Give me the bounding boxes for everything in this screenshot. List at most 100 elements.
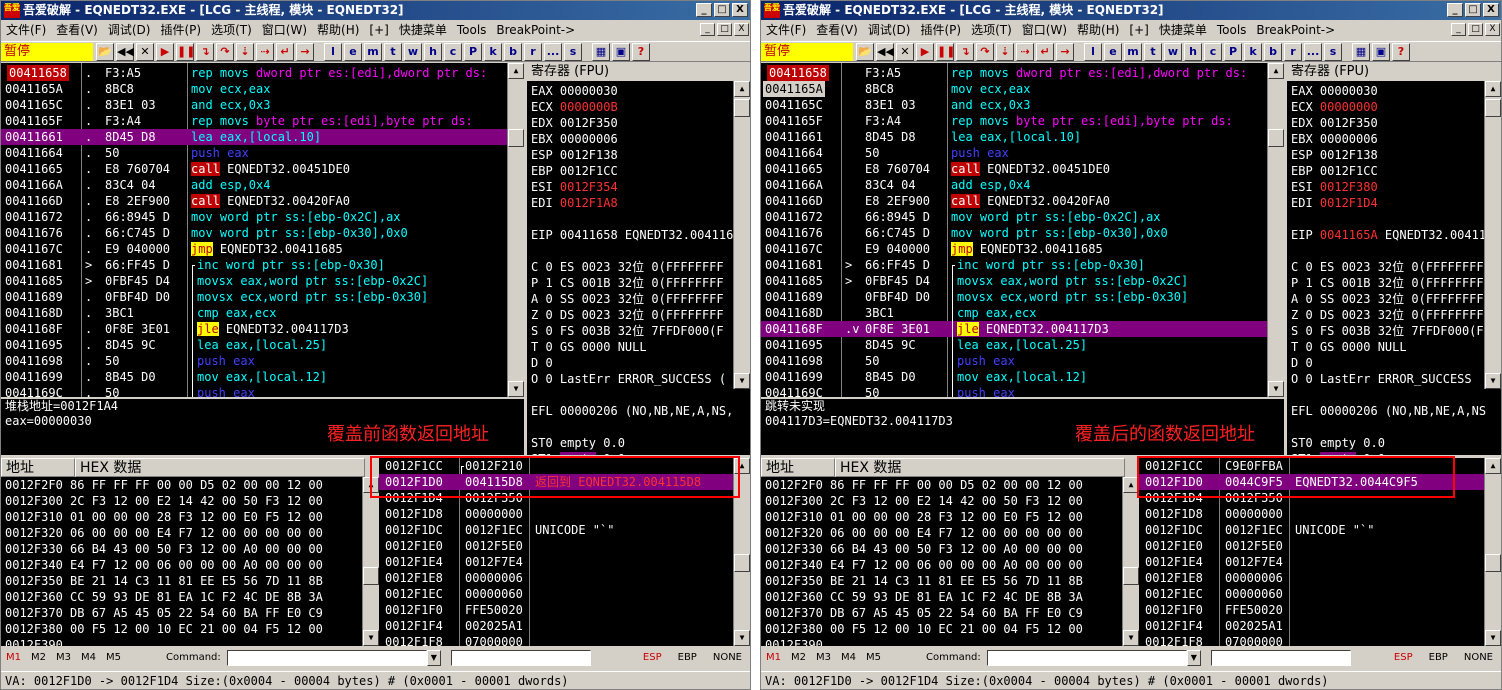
- open-icon[interactable]: 📂: [856, 42, 874, 61]
- toolbar-window-t[interactable]: t: [384, 42, 402, 61]
- stack-row[interactable]: 0012F1EC 00000060: [1139, 586, 1484, 602]
- step-into-icon[interactable]: ↴: [196, 42, 214, 61]
- dump-row[interactable]: 0012F300 2C F3 12 00 E2 14 42 00 50 F3 1…: [1, 493, 379, 509]
- mark-m1[interactable]: M1: [1, 648, 26, 668]
- menu-item-7[interactable]: [+]: [1124, 20, 1153, 41]
- disasm-row[interactable]: 0041165A 8BC8 mov ecx,eax: [761, 81, 1267, 97]
- menu-item-0[interactable]: 文件(F): [761, 20, 811, 41]
- dump-row[interactable]: 0012F380 00 F5 12 00 10 EC 21 00 04 F5 1…: [761, 621, 1139, 637]
- disasm-row[interactable]: 0041168D 3BC1 cmp eax,ecx: [761, 305, 1267, 321]
- disassembly-panel[interactable]: 00411658. F3:A5 rep movs dword ptr es:[edi…: [1, 63, 524, 397]
- grid-icon[interactable]: ▦: [592, 42, 610, 61]
- menu-item-3[interactable]: 插件(P): [915, 20, 966, 41]
- register-line[interactable]: EDI 0012F1D4: [1291, 195, 1378, 211]
- disasm-row[interactable]: 00411699. 8B45 D0 mov eax,[local.12]: [1, 369, 507, 385]
- menu-item-6[interactable]: 帮助(H): [1072, 20, 1124, 41]
- register-line[interactable]: P 1 CS 001B 32位 0(FFFFFFFF: [531, 275, 724, 291]
- stack-row[interactable]: 0012F1E4 0012F7E4: [379, 554, 733, 570]
- disasm-row[interactable]: 0041165C. 83E1 03 and ecx,0x3: [1, 97, 507, 113]
- disasm-row[interactable]: 00411658 F3:A5 rep movs dword ptr es:[edi]…: [761, 65, 1267, 81]
- toolbar-window-c[interactable]: c: [444, 42, 462, 61]
- disasm-row[interactable]: 0041165A. 8BC8 mov ecx,eax: [1, 81, 507, 97]
- mark-m5[interactable]: M5: [101, 648, 126, 668]
- command-dropdown[interactable]: ▼: [1186, 650, 1201, 666]
- register-line[interactable]: EIP 00411658 EQNEDT32.004116: [531, 227, 733, 243]
- minimize-button[interactable]: _: [696, 3, 712, 17]
- menu-item-10[interactable]: BreakPoint->: [491, 20, 580, 41]
- menu-item-7[interactable]: [+]: [364, 20, 393, 41]
- registers-panel[interactable]: 寄存器 (FPU) EAX 00000030 ECX 00000000 EDX 001…: [1287, 63, 1501, 455]
- toolbar-window-m[interactable]: m: [1124, 42, 1142, 61]
- register-line[interactable]: EFL 00000206 (NO,NB,NE,A,NS: [1291, 403, 1486, 419]
- toolbar-window-c[interactable]: c: [1204, 42, 1222, 61]
- goto-icon[interactable]: →: [1056, 42, 1074, 61]
- mark-m4[interactable]: M4: [76, 648, 101, 668]
- dump-row[interactable]: 0012F310 01 00 00 00 28 F3 12 00 E0 F5 1…: [761, 509, 1139, 525]
- dump-scrollbar[interactable]: ▲ ▼: [1122, 477, 1139, 646]
- disasm-row[interactable]: 00411689. 0FBF4D D0 movsx ecx,word ptr ss:…: [1, 289, 507, 305]
- step-into-icon[interactable]: ↴: [956, 42, 974, 61]
- disasm-row[interactable]: 00411698. 50 push eax: [1, 353, 507, 369]
- register-line[interactable]: S 0 FS 003B 32位 7FFDF000(F: [1291, 323, 1484, 339]
- run-icon[interactable]: ▶: [156, 42, 174, 61]
- disasm-row[interactable]: 00411695. 8D45 9C lea eax,[local.25]: [1, 337, 507, 353]
- menu-item-8[interactable]: 快捷菜单: [394, 20, 452, 41]
- register-line[interactable]: O 0 LastErr ERROR_SUCCESS (: [531, 371, 726, 387]
- dump-row[interactable]: 0012F340 E4 F7 12 00 06 00 00 00 A0 00 0…: [761, 557, 1139, 573]
- scroll-thumb[interactable]: [1485, 99, 1501, 117]
- scroll-up-button[interactable]: ▲: [1268, 63, 1284, 79]
- disasm-row[interactable]: 00411685 >0FBF45 D4 movsx eax,word ptr ss:…: [761, 273, 1267, 289]
- disasm-row[interactable]: 00411676 66:C745 D mov word ptr ss:[ebp-0x…: [761, 225, 1267, 241]
- dump-row[interactable]: 0012F370 DB 67 A5 45 05 22 54 60 BA FF E…: [1, 605, 379, 621]
- toolbar-window-r[interactable]: r: [524, 42, 542, 61]
- scroll-down-button[interactable]: ▼: [734, 630, 750, 646]
- stack-row[interactable]: 0012F1F0 FFE50020: [1139, 602, 1484, 618]
- scroll-thumb[interactable]: [734, 554, 750, 572]
- register-line[interactable]: Z 0 DS 0023 32位 0(FFFFFFFF: [531, 307, 724, 323]
- close-button[interactable]: X: [1483, 3, 1499, 17]
- disasm-row[interactable]: 00411664. 50 push eax: [1, 145, 507, 161]
- stack-row[interactable]: 0012F1D8 00000000: [379, 506, 733, 522]
- toolbar-window-dotsdotsdots[interactable]: ...: [1304, 42, 1322, 61]
- menu-item-2[interactable]: 调试(D): [103, 20, 156, 41]
- toolbar-window-s[interactable]: s: [1324, 42, 1342, 61]
- dump-hex-header[interactable]: HEX 数据: [835, 458, 1125, 477]
- maximize-button[interactable]: □: [714, 3, 730, 17]
- register-line[interactable]: ST1 empty 0.0: [1291, 451, 1385, 455]
- stack-row[interactable]: 0012F1DC 0012F1EC UNICODE "`": [1139, 522, 1484, 538]
- menu-item-5[interactable]: 窗口(W): [257, 20, 312, 41]
- mark-m4[interactable]: M4: [836, 648, 861, 668]
- help-icon[interactable]: ?: [1392, 42, 1410, 61]
- mark-m5[interactable]: M5: [861, 648, 886, 668]
- dump-row[interactable]: 0012F380 00 F5 12 00 10 EC 21 00 04 F5 1…: [1, 621, 379, 637]
- toolbar-window-dotsdotsdots[interactable]: ...: [544, 42, 562, 61]
- toolbar-window-b[interactable]: b: [504, 42, 522, 61]
- register-line[interactable]: ST0 empty 0.0: [531, 435, 625, 451]
- menu-item-5[interactable]: 窗口(W): [1017, 20, 1072, 41]
- menu-item-6[interactable]: 帮助(H): [312, 20, 364, 41]
- menu-item-4[interactable]: 选项(T): [966, 20, 1017, 41]
- mdi-restore-button[interactable]: □: [717, 23, 732, 36]
- register-line[interactable]: ESI 0012F354: [531, 179, 618, 195]
- stack-row[interactable]: 0012F1E0 0012F5E0: [379, 538, 733, 554]
- scroll-down-button[interactable]: ▼: [1485, 630, 1501, 646]
- disasm-row[interactable]: 00411698 50 push eax: [761, 353, 1267, 369]
- scroll-thumb[interactable]: [363, 567, 379, 585]
- dump-row[interactable]: 0012F360 CC 59 93 DE 81 EA 1C F2 4C DE 8…: [761, 589, 1139, 605]
- close-button[interactable]: X: [732, 3, 748, 17]
- mark-m3[interactable]: M3: [51, 648, 76, 668]
- disassembly-panel[interactable]: 00411658 F3:A5 rep movs dword ptr es:[edi]…: [761, 63, 1284, 397]
- register-line[interactable]: ESP 0012F138: [1291, 147, 1378, 163]
- registers-scrollbar[interactable]: ▲ ▼: [733, 81, 750, 389]
- layout-icon[interactable]: ▣: [612, 42, 630, 61]
- cmd-reg-esp[interactable]: ESP: [1386, 648, 1421, 668]
- menu-item-1[interactable]: 查看(V): [811, 20, 863, 41]
- command-input[interactable]: [226, 650, 427, 666]
- register-line[interactable]: S 0 FS 003B 32位 7FFDF000(F: [531, 323, 724, 339]
- toolbar-window-h[interactable]: h: [1184, 42, 1202, 61]
- register-line[interactable]: ESI 0012F380: [1291, 179, 1378, 195]
- dump-row[interactable]: 0012F300 2C F3 12 00 E2 14 42 00 50 F3 1…: [761, 493, 1139, 509]
- toolbar-window-P[interactable]: P: [1224, 42, 1242, 61]
- dump-row[interactable]: 0012F320 06 00 00 00 E4 F7 12 00 00 00 0…: [761, 525, 1139, 541]
- register-line[interactable]: EIP 0041165A EQNEDT32.00411: [1291, 227, 1486, 243]
